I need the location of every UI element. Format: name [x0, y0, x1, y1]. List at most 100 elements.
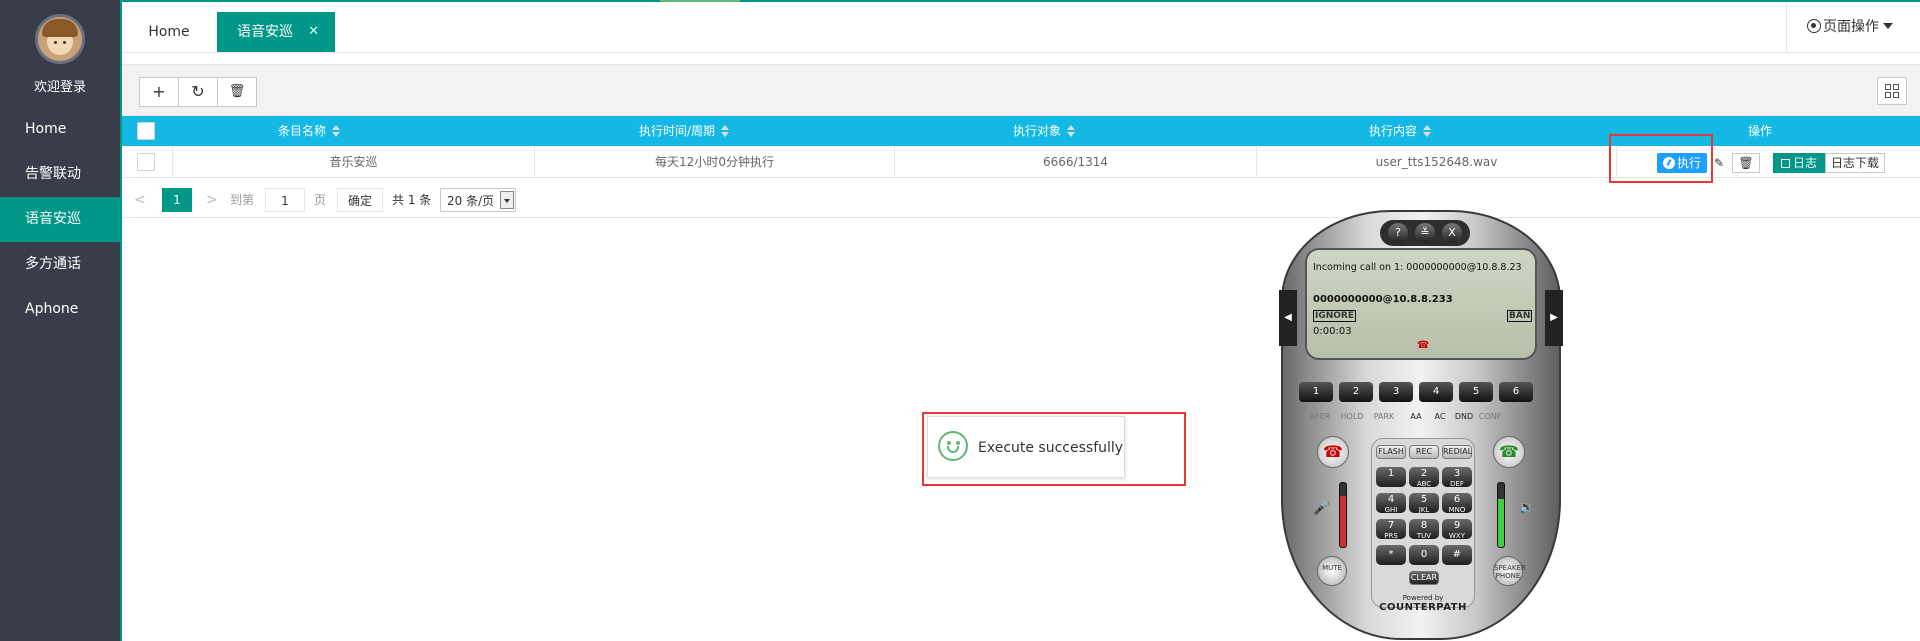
mute-button[interactable]: MUTE	[1317, 556, 1347, 586]
conf-button[interactable]: CONF	[1475, 412, 1505, 421]
flash-button[interactable]: FLASH	[1376, 445, 1406, 459]
cell-schedule: 每天12小时0分钟执行	[534, 146, 894, 178]
clear-button[interactable]: CLEAR	[1409, 571, 1439, 585]
prev-page-button[interactable]: <	[134, 188, 146, 212]
line-5-button[interactable]: 5	[1459, 382, 1493, 402]
total-count: 共 1 条	[392, 193, 432, 207]
toast-message: Execute successfully	[978, 440, 1124, 456]
softphone-top-controls: ? ≚ X	[1380, 220, 1470, 246]
goto-page-input[interactable]: 1	[265, 188, 305, 212]
key-1[interactable]: 1	[1376, 467, 1406, 487]
trash-icon: 🗑	[228, 84, 246, 99]
key-star[interactable]: *	[1376, 545, 1406, 565]
plus-icon: +	[152, 82, 166, 101]
smile-icon	[938, 431, 968, 461]
refresh-button[interactable]: ↻	[178, 77, 218, 107]
caller-id: 0000000000@10.8.8.233	[1313, 294, 1453, 305]
goto-confirm-button[interactable]: 确定	[337, 188, 383, 212]
sort-icon	[332, 125, 340, 137]
log-icon	[1780, 159, 1790, 168]
cell-name: 音乐安巡	[172, 146, 534, 178]
record-button[interactable]: REC	[1409, 445, 1439, 459]
page-unit-label: 页	[314, 193, 327, 207]
ignore-softkey[interactable]: IGNORE	[1313, 310, 1356, 322]
log-download-button[interactable]: 日志下载	[1825, 153, 1885, 173]
page-operations-menu[interactable]: 页面操作	[1786, 2, 1920, 53]
speakerphone-button[interactable]: SPEAKER PHONE	[1493, 556, 1526, 586]
column-header-schedule[interactable]: 执行时间/周期	[534, 116, 834, 146]
softphone-display: Incoming call on 1: 0000000000@10.8.8.23…	[1305, 248, 1537, 360]
row-checkbox[interactable]	[137, 153, 155, 171]
line-3-button[interactable]: 3	[1379, 382, 1413, 402]
line-4-button[interactable]: 4	[1419, 382, 1453, 402]
row-delete-button[interactable]: 🗑	[1732, 153, 1760, 173]
line-1-button[interactable]: 1	[1299, 382, 1333, 402]
column-header-target[interactable]: 执行对象	[894, 116, 1194, 146]
tab-voice-patrol[interactable]: 语音安巡 ✕	[217, 12, 335, 52]
tab-label: 语音安巡	[237, 24, 293, 40]
speaker-icon: 🔉	[1519, 500, 1534, 514]
speaker-level-meter[interactable]	[1497, 482, 1505, 548]
microphone-icon: 🎤	[1313, 500, 1331, 516]
mic-level-meter[interactable]	[1339, 482, 1347, 548]
park-button[interactable]: PARK	[1369, 412, 1399, 421]
sidebar-item-conference-call[interactable]: 多方通话	[0, 242, 120, 287]
help-button[interactable]: ?	[1388, 223, 1408, 243]
column-header-name[interactable]: 条目名称	[164, 116, 454, 146]
sidebar-item-alarm-linkage[interactable]: 告警联动	[0, 152, 120, 197]
table-toolbar: + ↻ 🗑	[122, 64, 1920, 116]
page-size-select[interactable]: 20 条/页	[440, 188, 516, 212]
add-button[interactable]: +	[139, 77, 179, 107]
sort-icon	[1423, 125, 1431, 137]
next-page-button[interactable]: >	[206, 188, 218, 212]
key-hash[interactable]: #	[1442, 545, 1472, 565]
right-panel-toggle[interactable]: ▶	[1545, 290, 1563, 346]
key-9[interactable]: 9 WXY	[1442, 519, 1472, 540]
column-header-content[interactable]: 执行内容	[1250, 116, 1550, 146]
minimize-button[interactable]: ≚	[1415, 223, 1435, 243]
call-timer: 0:00:03	[1313, 326, 1352, 337]
sidebar-item-voice-patrol[interactable]: 语音安巡	[0, 197, 120, 242]
cell-target: 6666/1314	[894, 146, 1256, 178]
key-5[interactable]: 5 JKL	[1409, 493, 1439, 514]
xfer-button[interactable]: XFER	[1305, 412, 1335, 421]
redial-button[interactable]: REDIAL	[1442, 445, 1472, 459]
phone-ringing-icon: ☎	[1417, 340, 1430, 351]
arrow-right-icon: ▶	[1550, 312, 1558, 323]
tab-home[interactable]: Home	[134, 12, 204, 52]
execute-highlight-box	[1609, 134, 1713, 183]
dropdown-arrow-icon	[500, 191, 514, 209]
key-4[interactable]: 4 GHI	[1376, 493, 1406, 514]
hold-button[interactable]: HOLD	[1337, 412, 1367, 421]
avatar[interactable]	[35, 14, 85, 64]
key-3[interactable]: 3 DEF	[1442, 467, 1472, 488]
key-2[interactable]: 2 ABC	[1409, 467, 1439, 488]
welcome-text: 欢迎登录	[33, 80, 86, 95]
sidebar-item-home[interactable]: Home	[0, 107, 120, 152]
key-0[interactable]: 0	[1409, 545, 1439, 565]
trash-icon: 🗑	[1738, 156, 1754, 170]
hangup-button[interactable]: ☎	[1317, 436, 1349, 468]
delete-button[interactable]: 🗑	[217, 77, 257, 107]
page-1-button[interactable]: 1	[162, 188, 192, 212]
select-all-checkbox[interactable]	[137, 122, 155, 140]
dialpad: FLASH REC REDIAL 1 2 ABC 3 DEF 4 GHI 5 JKL 6…	[1371, 438, 1475, 608]
refresh-icon: ↻	[191, 82, 205, 101]
sidebar-nav: Home 告警联动 语音安巡 多方通话 Aphone	[0, 107, 120, 332]
page-ops-label: 页面操作	[1823, 19, 1879, 35]
left-panel-toggle[interactable]: ◀	[1279, 290, 1297, 346]
key-8[interactable]: 8 TUV	[1409, 519, 1439, 540]
log-button[interactable]: 日志	[1773, 153, 1825, 173]
answer-button[interactable]: ☎	[1493, 436, 1525, 468]
sidebar-item-aphone[interactable]: Aphone	[0, 287, 120, 332]
key-6[interactable]: 6 MNO	[1442, 493, 1472, 514]
close-icon[interactable]: ✕	[308, 12, 319, 52]
sort-icon	[1067, 125, 1075, 137]
line-6-button[interactable]: 6	[1499, 382, 1533, 402]
columns-button[interactable]	[1877, 77, 1907, 105]
line-2-button[interactable]: 2	[1339, 382, 1373, 402]
close-button[interactable]: X	[1442, 223, 1462, 243]
ban-softkey[interactable]: BAN	[1507, 310, 1533, 322]
key-7[interactable]: 7 PRS	[1376, 519, 1406, 540]
cell-content: user_tts152648.wav	[1256, 146, 1616, 178]
